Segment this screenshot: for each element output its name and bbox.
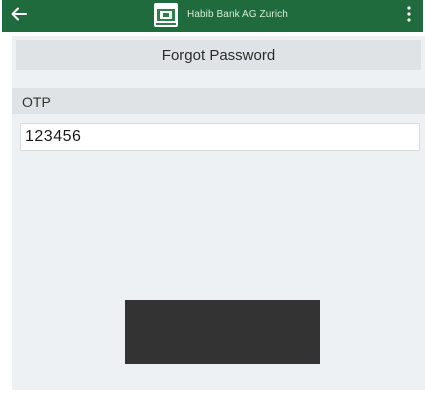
content-area: Forgot Password OTP xyxy=(12,36,425,390)
app-screen: Habib Bank AG Zurich Forgot Password OTP xyxy=(0,0,425,394)
back-button[interactable] xyxy=(4,0,34,28)
arrow-left-icon xyxy=(11,7,27,21)
submit-button[interactable] xyxy=(125,300,320,364)
bank-logo xyxy=(154,3,178,27)
app-bar: Habib Bank AG Zurich xyxy=(2,0,423,32)
page-title: Forgot Password xyxy=(161,46,276,64)
brand-name: Habib Bank AG Zurich xyxy=(187,9,288,20)
otp-label-bar: OTP xyxy=(12,88,425,114)
more-options-button[interactable] xyxy=(399,1,419,27)
otp-label: OTP xyxy=(22,94,51,110)
otp-input[interactable] xyxy=(20,123,420,151)
more-vertical-icon xyxy=(407,6,411,22)
page-title-bar: Forgot Password xyxy=(16,40,421,70)
